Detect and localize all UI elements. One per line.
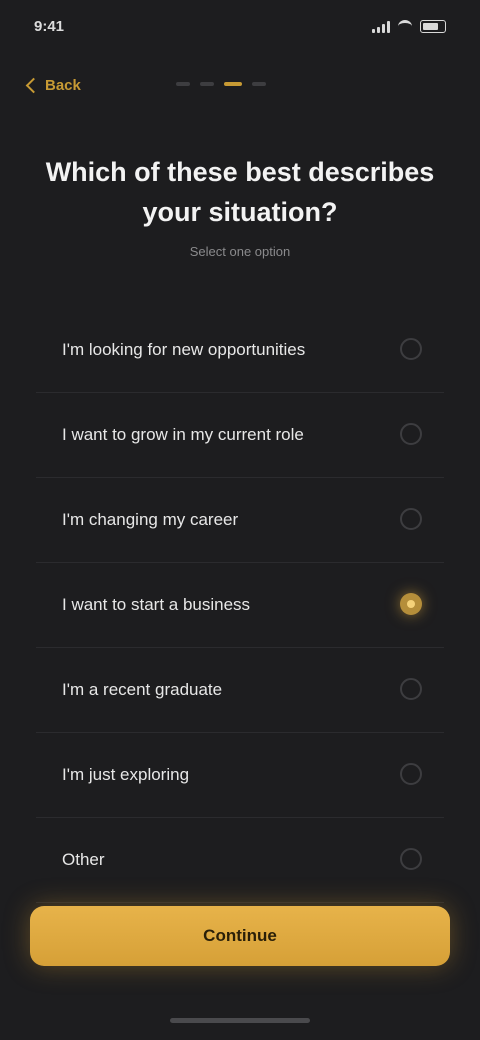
continue-button[interactable]: Continue <box>30 906 450 966</box>
option-label: I'm changing my career <box>62 510 239 529</box>
back-button[interactable]: Back <box>25 68 81 102</box>
step-progress <box>176 82 266 86</box>
wifi-icon <box>398 20 412 33</box>
option-label: I'm looking for new opportunities <box>62 340 306 359</box>
status-time: 9:41 <box>34 18 65 35</box>
option-item[interactable]: I'm a recent graduate <box>36 648 444 733</box>
option-item[interactable]: I want to start a business <box>36 563 444 648</box>
radio-icon[interactable] <box>400 763 422 785</box>
back-label: Back <box>45 76 81 94</box>
status-bar: 9:41 <box>0 0 480 60</box>
top-bar: Back <box>0 62 480 108</box>
option-label: I want to start a business <box>62 595 251 614</box>
options-list: I'm looking for new opportunities I want … <box>36 308 444 903</box>
radio-icon[interactable] <box>400 508 422 530</box>
status-icons <box>372 20 446 33</box>
option-item[interactable]: I'm changing my career <box>36 478 444 563</box>
option-label: I'm a recent graduate <box>62 680 223 699</box>
progress-dot <box>176 82 190 86</box>
option-label: Other <box>62 850 105 869</box>
radio-icon[interactable] <box>400 848 422 870</box>
battery-icon <box>420 20 446 33</box>
signal-icon <box>372 20 390 33</box>
home-indicator <box>170 1018 310 1023</box>
chevron-left-icon <box>25 77 42 93</box>
radio-selected-icon[interactable] <box>400 593 422 615</box>
option-item[interactable]: I'm looking for new opportunities <box>36 308 444 393</box>
progress-dot <box>252 82 266 86</box>
option-item[interactable]: I'm just exploring <box>36 733 444 818</box>
option-item[interactable]: I want to grow in my current role <box>36 393 444 478</box>
progress-dot <box>200 82 214 86</box>
progress-dot <box>224 82 242 86</box>
option-item[interactable]: Other <box>36 818 444 903</box>
question-subtitle: Select one option <box>189 244 291 259</box>
option-label: I'm just exploring <box>62 765 190 784</box>
question-title: Which of these best describes your situa… <box>45 157 435 227</box>
radio-icon[interactable] <box>400 423 422 445</box>
option-label: I want to grow in my current role <box>62 425 304 444</box>
radio-icon[interactable] <box>400 338 422 360</box>
radio-icon[interactable] <box>400 678 422 700</box>
